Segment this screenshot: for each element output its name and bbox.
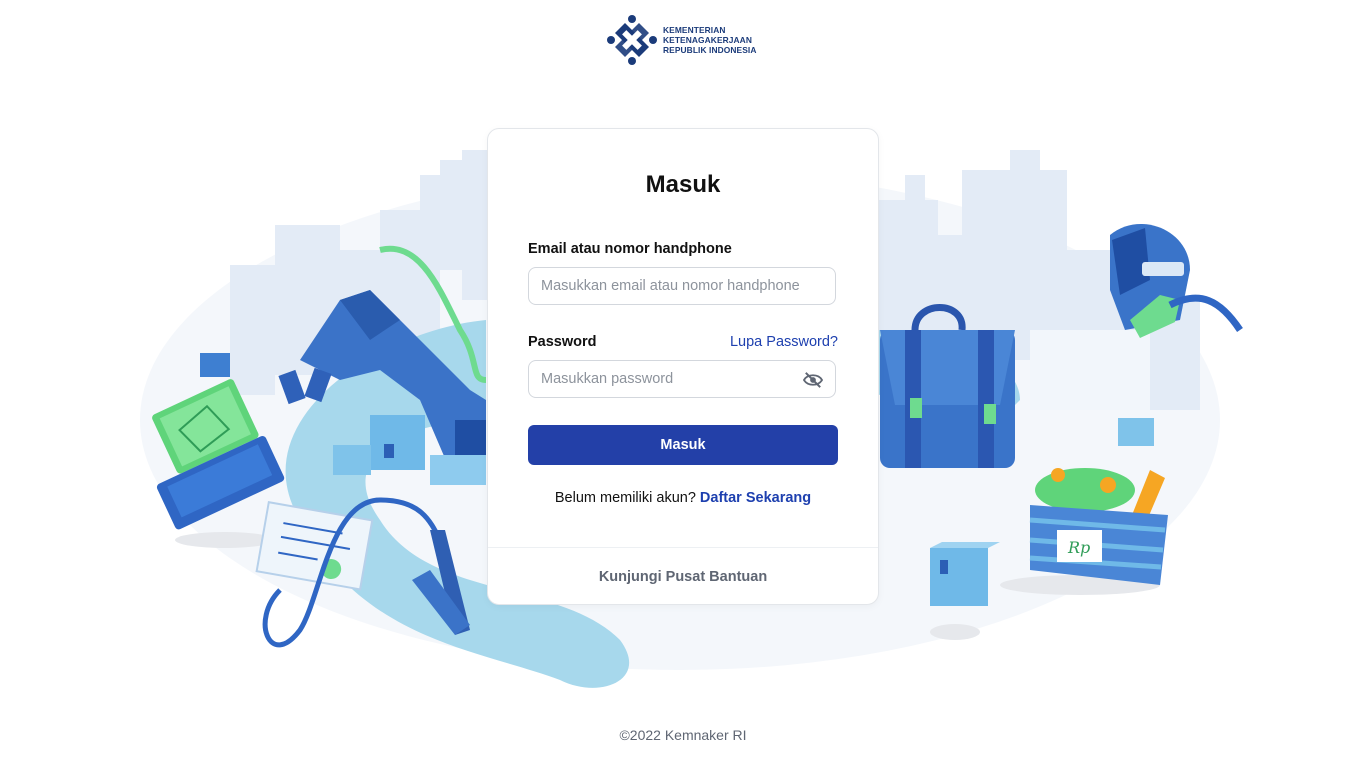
- help-center-link[interactable]: Kunjungi Pusat Bantuan: [488, 569, 878, 585]
- email-input[interactable]: [528, 267, 836, 305]
- email-label: Email atau nomor handphone: [528, 241, 732, 257]
- footer-copyright: ©2022 Kemnaker RI: [619, 727, 747, 743]
- price-tag-text: Rp: [1067, 538, 1090, 557]
- card-divider: [488, 547, 878, 548]
- ministry-name-line1: KEMENTERIAN: [663, 25, 726, 35]
- login-title: Masuk: [645, 171, 721, 198]
- login-submit-button[interactable]: Masuk: [528, 425, 838, 465]
- ministry-name: KEMENTERIAN KETENAGAKERJAAN REPUBLIK IND…: [663, 25, 756, 55]
- ministry-logo: KEMENTERIAN KETENAGAKERJAAN REPUBLIK IND…: [607, 15, 767, 65]
- login-card: Masuk Email atau nomor handphone Passwor…: [487, 128, 879, 605]
- forgot-password-link[interactable]: Lupa Password?: [730, 334, 838, 350]
- ministry-name-line2: KETENAGAKERJAAN: [663, 35, 752, 45]
- eye-off-icon[interactable]: [802, 371, 824, 389]
- signup-link[interactable]: Daftar Sekarang: [700, 490, 811, 506]
- signup-row: Belum memiliki akun? Daftar Sekarang: [488, 490, 878, 506]
- password-input[interactable]: [528, 360, 836, 398]
- ministry-emblem-icon: [607, 15, 657, 65]
- ministry-name-line3: REPUBLIK INDONESIA: [663, 45, 757, 55]
- signup-prompt: Belum memiliki akun?: [554, 490, 696, 506]
- password-label: Password: [528, 334, 597, 350]
